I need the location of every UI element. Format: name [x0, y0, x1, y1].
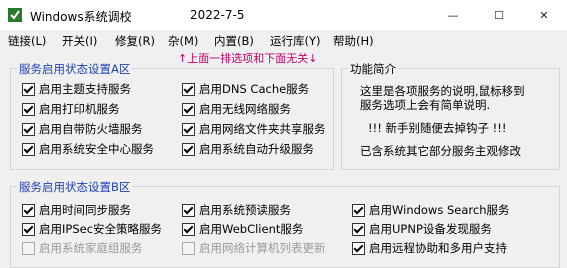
menu-help[interactable]: 帮助(H) [333, 33, 374, 49]
checkbox-dns-cache[interactable]: 启用DNS Cache服务 [182, 82, 309, 96]
menu-switch[interactable]: 开关(I) [62, 33, 97, 49]
checkbox-label: 启用Windows Search服务 [369, 203, 510, 217]
checkbox-network-list[interactable]: 启用网络计算机列表更新 [182, 241, 326, 255]
checkbox-ipsec[interactable]: 启用IPSec安全策略服务 [22, 222, 162, 236]
checkbox-label: 启用网络计算机列表更新 [199, 241, 326, 255]
checkbox-label: 启用系统家庭组服务 [39, 241, 143, 255]
group-b-title: 服务启用状态设置B区 [17, 179, 133, 195]
title-bar: Windows系统调校 2022-7-5 — ☐ ✕ [0, 0, 567, 30]
checkbox-windows-search[interactable]: 启用Windows Search服务 [352, 203, 510, 217]
checkbox-printer-service[interactable]: 启用打印机服务 [22, 102, 120, 116]
checkbox-label: 启用无线网络服务 [199, 102, 291, 116]
checkbox-label: 启用WebClient服务 [199, 222, 304, 236]
checkbox-box[interactable] [22, 203, 35, 217]
checkbox-box[interactable] [182, 222, 195, 236]
checkbox-box[interactable] [352, 222, 365, 236]
function-info-title: 功能简介 [348, 61, 398, 77]
menu-runtime[interactable]: 运行库(Y) [270, 33, 321, 49]
checkbox-label: 启用IPSec安全策略服务 [39, 222, 163, 236]
checkbox-upnp[interactable]: 启用UPNP设备发现服务 [352, 222, 492, 236]
app-icon [8, 8, 22, 22]
checkbox-label: 启用主题支持服务 [39, 82, 131, 96]
maximize-button[interactable]: ☐ [476, 0, 522, 30]
checkbox-box[interactable] [22, 82, 35, 96]
checkbox-label: 启用时间同步服务 [39, 203, 131, 217]
info-line-4: 已含系统其它部分服务主观修改 [360, 144, 521, 158]
checkbox-label: 启用打印机服务 [39, 102, 120, 116]
checkbox-box[interactable] [22, 102, 35, 116]
checkbox-box[interactable] [22, 142, 35, 156]
close-icon: ✕ [539, 8, 549, 22]
checkbox-label: 启用自带防火墙服务 [39, 122, 143, 136]
checkbox-box[interactable] [182, 203, 195, 217]
window-date: 2022-7-5 [190, 8, 245, 22]
menu-misc[interactable]: 杂(M) [168, 33, 198, 49]
checkbox-remote-assist[interactable]: 启用远程协助和多用户支持 [352, 241, 507, 255]
info-line-2: 服务选项上会有简单说明. [360, 98, 491, 112]
checkbox-webclient[interactable]: 启用WebClient服务 [182, 222, 303, 236]
checkbox-label: 启用UPNP设备发现服务 [369, 222, 492, 236]
checkbox-box[interactable] [22, 241, 35, 255]
close-button[interactable]: ✕ [521, 0, 567, 30]
checkbox-box[interactable] [352, 241, 365, 255]
checkbox-homegroup[interactable]: 启用系统家庭组服务 [22, 241, 143, 255]
menu-bar: 链接(L) 开关(I) 修复(R) 杂(M) 内置(B) 运行库(Y) 帮助(H… [0, 30, 567, 50]
checkbox-label: 启用系统自动升级服务 [199, 142, 314, 156]
menu-links[interactable]: 链接(L) [8, 33, 46, 49]
checkbox-box[interactable] [182, 241, 195, 255]
checkbox-firewall-service[interactable]: 启用自带防火墙服务 [22, 122, 143, 136]
hint-text: ↑上面一排选项和下面无关↓ [178, 52, 318, 65]
checkbox-wireless-service[interactable]: 启用无线网络服务 [182, 102, 291, 116]
info-line-3: !!! 新手别随便去掉钩子 !!! [368, 121, 507, 135]
checkbox-security-center[interactable]: 启用系统安全中心服务 [22, 142, 154, 156]
menu-repair[interactable]: 修复(R) [115, 33, 155, 49]
checkbox-box[interactable] [182, 142, 195, 156]
checkbox-label: 启用DNS Cache服务 [199, 82, 310, 96]
checkbox-time-sync[interactable]: 启用时间同步服务 [22, 203, 131, 217]
group-a-title: 服务启用状态设置A区 [17, 61, 133, 77]
checkbox-label: 启用系统安全中心服务 [39, 142, 154, 156]
checkbox-label: 启用系统预读服务 [199, 203, 291, 217]
checkbox-file-share-service[interactable]: 启用网络文件夹共享服务 [182, 122, 326, 136]
checkbox-box[interactable] [182, 102, 195, 116]
checkbox-box[interactable] [182, 82, 195, 96]
checkbox-box[interactable] [22, 222, 35, 236]
maximize-icon: ☐ [494, 8, 504, 22]
checkbox-theme-service[interactable]: 启用主题支持服务 [22, 82, 131, 96]
minimize-button[interactable]: — [430, 0, 476, 30]
checkbox-prefetch[interactable]: 启用系统预读服务 [182, 203, 291, 217]
checkbox-label: 启用网络文件夹共享服务 [199, 122, 326, 136]
checkbox-box[interactable] [352, 203, 365, 217]
minimize-icon: — [447, 8, 459, 22]
menu-builtin[interactable]: 内置(B) [214, 33, 254, 49]
window-title: Windows系统调校 [30, 10, 132, 24]
checkbox-box[interactable] [182, 122, 195, 136]
checkbox-box[interactable] [22, 122, 35, 136]
checkbox-auto-update[interactable]: 启用系统自动升级服务 [182, 142, 314, 156]
checkbox-label: 启用远程协助和多用户支持 [369, 241, 507, 255]
